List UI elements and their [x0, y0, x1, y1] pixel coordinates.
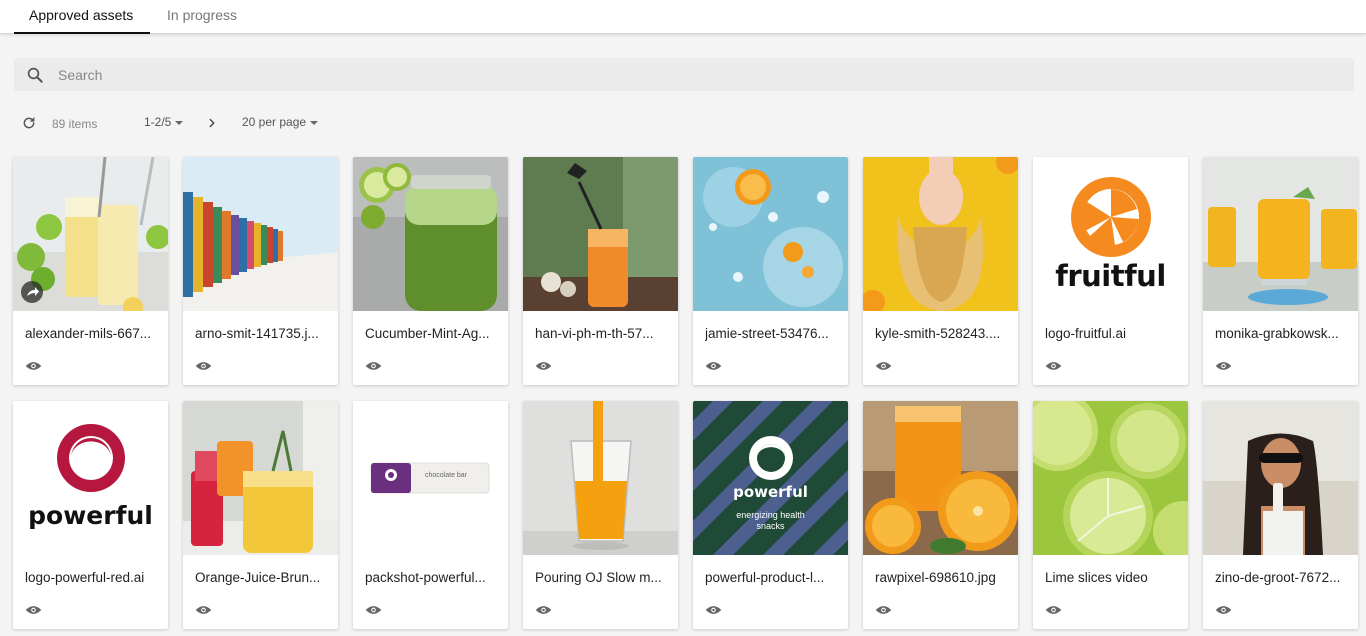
asset-title: rawpixel-698610.jpg — [875, 570, 996, 585]
asset-card[interactable]: alexander-mils-667... — [13, 157, 168, 385]
powerful-wordmark: powerful — [733, 483, 808, 501]
results-toolbar: 89 items 1-2/5 20 per page — [0, 108, 1366, 138]
asset-thumbnail: fruitful — [1033, 157, 1188, 311]
asset-title: logo-powerful-red.ai — [25, 570, 145, 585]
asset-card[interactable]: monika-grabkowsk... — [1203, 157, 1358, 385]
asset-thumbnail — [863, 157, 1018, 311]
asset-title: Lime slices video — [1045, 570, 1148, 585]
per-page-label: 20 per page — [242, 115, 307, 129]
asset-thumbnail — [353, 157, 508, 311]
eye-icon[interactable] — [875, 604, 892, 616]
caret-down-icon — [175, 120, 184, 125]
asset-card[interactable]: Pouring OJ Slow m... — [523, 401, 678, 629]
eye-icon[interactable] — [365, 360, 382, 372]
fruitful-logo-icon — [1071, 177, 1151, 257]
asset-card[interactable]: Cucumber-Mint-Ag... — [353, 157, 508, 385]
search-bar — [14, 58, 1354, 91]
powerful-logo-icon — [57, 424, 125, 492]
asset-title: packshot-powerful... — [365, 570, 486, 585]
eye-icon[interactable] — [365, 604, 382, 616]
search-input[interactable] — [58, 58, 1338, 91]
eye-icon[interactable] — [195, 604, 212, 616]
powerful-wordmark: powerful — [28, 501, 153, 530]
tab-approved-assets[interactable]: Approved assets — [29, 7, 133, 23]
caret-down-icon — [310, 120, 319, 125]
eye-icon[interactable] — [535, 360, 552, 372]
eye-icon[interactable] — [1045, 604, 1062, 616]
asset-card[interactable]: chocolate bar packshot-powerful... — [353, 401, 508, 629]
pagination-label: 1-2/5 — [144, 115, 172, 129]
asset-thumbnail: powerful energizing health snacks — [693, 401, 848, 555]
asset-card[interactable]: Orange-Juice-Brun... — [183, 401, 338, 629]
asset-thumbnail: chocolate bar — [353, 401, 508, 555]
asset-title: powerful-product-l... — [705, 570, 825, 585]
active-tab-indicator — [14, 32, 150, 34]
tab-in-progress[interactable]: In progress — [167, 7, 237, 23]
eye-icon[interactable] — [705, 604, 722, 616]
eye-icon[interactable] — [25, 360, 42, 372]
asset-card[interactable]: fruitful logo-fruitful.ai — [1033, 157, 1188, 385]
asset-thumbnail: powerful — [13, 401, 168, 555]
asset-thumbnail — [1203, 157, 1358, 311]
asset-title: alexander-mils-667... — [25, 326, 152, 341]
asset-card[interactable]: jamie-street-53476... — [693, 157, 848, 385]
asset-card[interactable]: han-vi-ph-m-th-57... — [523, 157, 678, 385]
pagination-dropdown[interactable]: 1-2/5 — [144, 115, 184, 129]
share-icon[interactable] — [21, 281, 43, 303]
asset-title: Orange-Juice-Brun... — [195, 570, 321, 585]
asset-thumbnail — [183, 401, 338, 555]
eye-icon[interactable] — [705, 360, 722, 372]
asset-title: zino-de-groot-7672... — [1215, 570, 1341, 585]
eye-icon[interactable] — [25, 604, 42, 616]
asset-title: han-vi-ph-m-th-57... — [535, 326, 654, 341]
asset-title: jamie-street-53476... — [705, 326, 829, 341]
eye-icon[interactable] — [195, 360, 212, 372]
product-tagline: energizing health snacks — [736, 510, 805, 531]
asset-title: logo-fruitful.ai — [1045, 326, 1127, 341]
asset-card[interactable]: arno-smit-141735.j... — [183, 157, 338, 385]
asset-title: arno-smit-141735.j... — [195, 326, 319, 341]
asset-thumbnail — [183, 157, 338, 311]
asset-thumbnail — [1033, 401, 1188, 555]
per-page-dropdown[interactable]: 20 per page — [242, 115, 319, 129]
asset-card[interactable]: Lime slices video — [1033, 401, 1188, 629]
search-icon — [27, 67, 43, 83]
fruitful-wordmark: fruitful — [1055, 259, 1166, 293]
item-count: 89 items — [52, 117, 98, 131]
asset-thumbnail — [523, 401, 678, 555]
eye-icon[interactable] — [1045, 360, 1062, 372]
asset-card[interactable]: powerful logo-powerful-red.ai — [13, 401, 168, 629]
asset-thumbnail — [693, 157, 848, 311]
asset-title: kyle-smith-528243.... — [875, 326, 1001, 341]
asset-card[interactable]: rawpixel-698610.jpg — [863, 401, 1018, 629]
asset-thumbnail — [1203, 401, 1358, 555]
asset-card[interactable]: kyle-smith-528243.... — [863, 157, 1018, 385]
asset-thumbnail — [523, 157, 678, 311]
asset-card[interactable]: powerful energizing health snacks powerf… — [693, 401, 848, 629]
chevron-right-icon[interactable] — [205, 115, 219, 131]
asset-tabs: Approved assets In progress — [0, 0, 1366, 34]
asset-title: Pouring OJ Slow m... — [535, 570, 662, 585]
asset-title: monika-grabkowsk... — [1215, 326, 1339, 341]
refresh-icon[interactable] — [21, 115, 37, 131]
asset-thumbnail — [863, 401, 1018, 555]
asset-thumbnail — [13, 157, 168, 311]
eye-icon[interactable] — [535, 604, 552, 616]
eye-icon[interactable] — [1215, 360, 1232, 372]
asset-title: Cucumber-Mint-Ag... — [365, 326, 490, 341]
bar-label: chocolate bar — [425, 472, 468, 479]
eye-icon[interactable] — [875, 360, 892, 372]
eye-icon[interactable] — [1215, 604, 1232, 616]
asset-card[interactable]: zino-de-groot-7672... — [1203, 401, 1358, 629]
